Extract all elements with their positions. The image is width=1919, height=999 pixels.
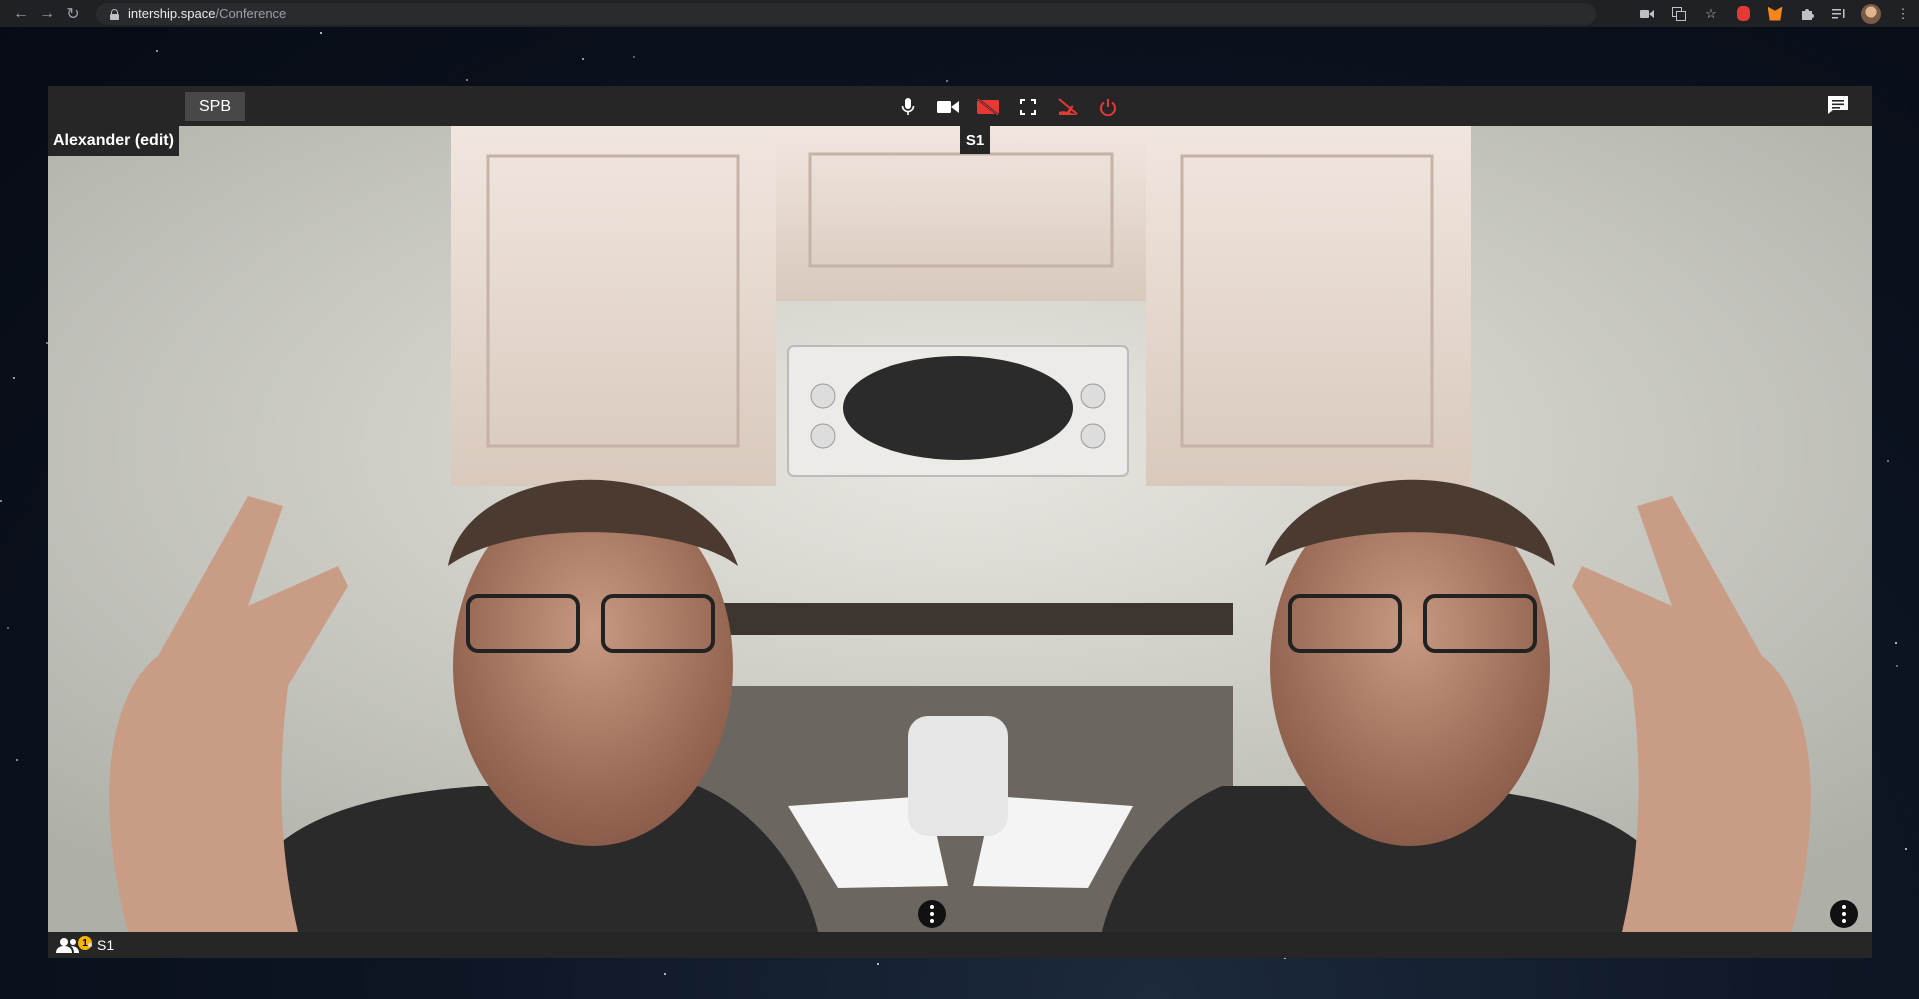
stream-label: S1 [960, 126, 990, 154]
translate-icon[interactable] [1663, 0, 1695, 27]
url-host: intership.space [128, 6, 216, 21]
chat-icon[interactable] [1826, 94, 1852, 118]
extension-red-icon[interactable] [1727, 0, 1759, 27]
status-stream-label: S1 [97, 937, 115, 953]
lock-icon [110, 8, 119, 20]
video-feed[interactable]: Alexander (edit) S1 [48, 126, 1872, 932]
star [320, 32, 322, 34]
raise-hand-off-icon[interactable] [1048, 92, 1088, 121]
star [1895, 642, 1897, 644]
star [633, 56, 635, 58]
star [664, 973, 666, 975]
camera-icon[interactable] [928, 92, 968, 121]
star [156, 50, 158, 52]
star [466, 79, 468, 81]
fullscreen-icon[interactable] [1008, 92, 1048, 121]
mirrored-camera-image [48, 126, 1872, 932]
media-queue-icon[interactable] [1823, 0, 1855, 27]
browser-toolbar: ← → ↻ intership.space/Conference ☆ ⋮ [0, 0, 1919, 27]
star [877, 963, 879, 965]
puzzle-icon[interactable] [1791, 0, 1823, 27]
star [582, 58, 584, 60]
media-controls [888, 92, 1128, 121]
star [7, 627, 9, 629]
microphone-icon[interactable] [888, 92, 928, 121]
status-bar: 1 S1 [48, 932, 1872, 958]
bookmark-star-icon[interactable]: ☆ [1695, 0, 1727, 27]
star [1896, 665, 1898, 667]
screen-share-off-icon[interactable] [968, 92, 1008, 121]
star [946, 80, 948, 82]
reload-icon[interactable]: ↻ [60, 0, 86, 27]
star [13, 377, 15, 379]
more-options-icon[interactable] [918, 900, 946, 928]
separator-dot [88, 943, 92, 947]
star [16, 759, 18, 761]
power-icon[interactable] [1088, 92, 1128, 121]
conference-toolbar: SPB [48, 86, 1872, 126]
extension-fox-icon[interactable] [1759, 0, 1791, 27]
room-button[interactable]: SPB [185, 92, 245, 121]
users-icon[interactable]: 1 [56, 936, 92, 956]
forward-arrow-icon[interactable]: → [34, 0, 60, 27]
participant-name-label[interactable]: Alexander (edit) [48, 126, 179, 156]
star [1887, 460, 1889, 462]
url-path: /Conference [215, 6, 287, 21]
profile-avatar[interactable] [1855, 0, 1887, 27]
address-bar[interactable]: intership.space/Conference [96, 2, 1596, 25]
back-arrow-icon[interactable]: ← [8, 0, 34, 27]
star [1905, 848, 1907, 850]
more-options-icon-right[interactable] [1830, 900, 1858, 928]
kebab-menu-icon[interactable]: ⋮ [1887, 0, 1919, 27]
camera-permission-icon[interactable] [1631, 0, 1663, 27]
star [0, 500, 2, 502]
conference-window: SPB Alexander (edit) S1 1 S1 [48, 86, 1872, 958]
